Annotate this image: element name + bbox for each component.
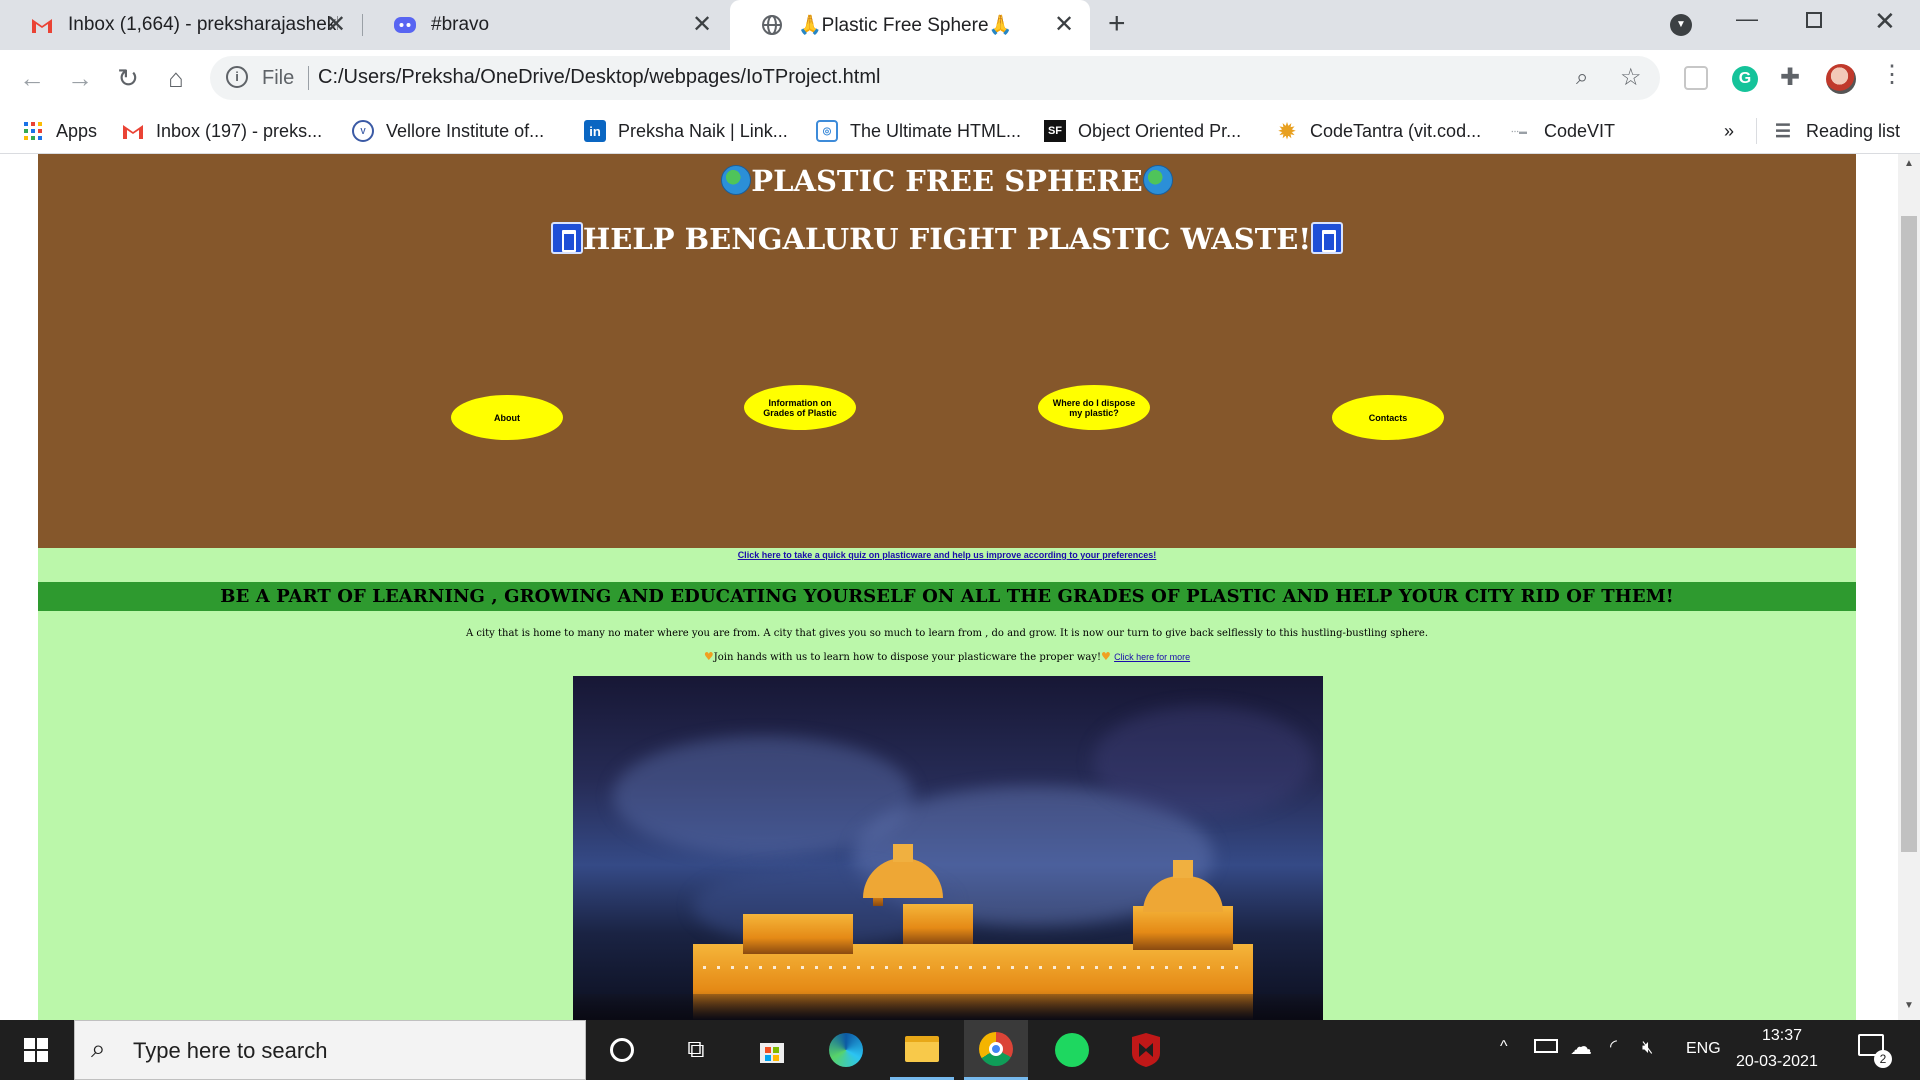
new-tab-button[interactable]: + — [1108, 9, 1126, 39]
window-close-icon[interactable]: ✕ — [1874, 6, 1896, 37]
click-here-for-more-link[interactable]: Click here for more — [1114, 652, 1190, 662]
bookmark-linkedin[interactable]: in Preksha Naik | Link... — [584, 118, 788, 144]
gmail-icon — [122, 120, 144, 142]
task-view-icon[interactable]: ⧉ — [664, 1020, 728, 1080]
more-bookmarks-button[interactable]: » — [1724, 118, 1734, 144]
nav-button-contacts[interactable]: Contacts — [1332, 395, 1444, 440]
close-tab-icon[interactable]: ✕ — [324, 13, 348, 37]
file-explorer-icon[interactable] — [890, 1020, 954, 1080]
profile-avatar[interactable] — [1826, 64, 1856, 94]
clock-date[interactable]: 20-03-2021 — [1736, 1053, 1818, 1071]
minimize-icon[interactable]: — — [1736, 6, 1758, 32]
html-icon: ◎ — [816, 120, 838, 142]
notification-count-badge: 2 — [1874, 1050, 1892, 1068]
url-text[interactable]: C:/Users/Preksha/OneDrive/Desktop/webpag… — [318, 66, 880, 89]
reload-icon[interactable]: ↻ — [112, 62, 144, 94]
nav-button-about[interactable]: About — [451, 395, 563, 440]
tab-gmail[interactable]: Inbox (1,664) - preksharajashekh ✕ — [0, 0, 362, 50]
bookmarks-bar: Apps Inbox (197) - preks... V Vellore In… — [0, 106, 1920, 154]
linkedin-icon: in — [584, 120, 606, 142]
bookmark-vellore[interactable]: V Vellore Institute of... — [352, 118, 544, 144]
scroll-up-icon[interactable]: ▲ — [1904, 158, 1914, 169]
mcafee-icon[interactable] — [1114, 1020, 1178, 1080]
extensions-puzzle-icon[interactable]: ✚ — [1780, 63, 1800, 92]
chrome-icon[interactable] — [964, 1020, 1028, 1080]
onedrive-cloud-icon[interactable]: ☁ — [1570, 1034, 1592, 1060]
site-subtitle: HELP BENGALURU FIGHT PLASTIC WASTE! — [38, 222, 1856, 256]
back-arrow-icon[interactable]: ← — [16, 62, 48, 94]
extension-pocket-icon[interactable] — [1684, 66, 1708, 90]
litter-bin-icon — [550, 222, 583, 254]
spotify-icon[interactable] — [1040, 1020, 1104, 1080]
intro-paragraph: A city that is home to many no mater whe… — [465, 628, 1429, 639]
quiz-link[interactable]: Click here to take a quick quiz on plast… — [38, 550, 1856, 560]
language-indicator[interactable]: ENG — [1686, 1040, 1721, 1058]
tab-search-icon[interactable]: ▼ — [1670, 14, 1692, 36]
bookmarks-divider — [1756, 118, 1757, 144]
tab-strip: Inbox (1,664) - preksharajashekh ✕ #brav… — [0, 0, 1920, 50]
scrollbar-thumb[interactable] — [1901, 216, 1917, 852]
globe-icon — [760, 13, 784, 37]
site-title: PLASTIC FREE SPHERE — [38, 164, 1856, 198]
bookmark-codetantra[interactable]: ✹ CodeTantra (vit.cod... — [1276, 118, 1481, 144]
nav-button-dispose[interactable]: Where do I dispose my plastic? — [1038, 385, 1150, 430]
taskbar-search-box[interactable]: ⌕ Type here to search — [74, 1020, 586, 1080]
vit-icon: V — [352, 120, 374, 142]
codevit-icon: ⋯▬ — [1511, 126, 1527, 136]
edge-icon[interactable] — [814, 1020, 878, 1080]
search-icon: ⌕ — [91, 1033, 106, 1063]
windows-start-icon[interactable] — [4, 1020, 68, 1080]
bookmark-codevit[interactable]: ⋯▬ CodeVIT — [1506, 118, 1615, 144]
clock-time[interactable]: 13:37 — [1762, 1027, 1802, 1045]
vidhana-soudha-photo — [573, 676, 1323, 1020]
join-line: ♥Join hands with us to learn how to disp… — [703, 650, 1191, 663]
info-icon[interactable]: i — [226, 66, 248, 88]
store-icon[interactable] — [740, 1020, 804, 1080]
address-divider — [308, 66, 309, 90]
heart-icon: ♥ — [703, 650, 714, 663]
close-tab-icon[interactable]: ✕ — [690, 13, 714, 37]
restore-icon[interactable] — [1806, 12, 1822, 28]
menu-kebab-icon[interactable]: ⋮ — [1880, 60, 1904, 90]
scroll-down-icon[interactable]: ▼ — [1904, 1000, 1914, 1011]
url-scheme-label: File — [262, 67, 295, 89]
learning-banner: BE A PART OF LEARNING , GROWING AND EDUC… — [38, 582, 1856, 611]
heart-icon: ♥ — [1101, 650, 1111, 663]
reading-list-icon: ☰ — [1774, 120, 1792, 141]
apps-grid-icon — [22, 120, 44, 142]
cortana-icon[interactable] — [590, 1020, 654, 1080]
sf-icon: SF — [1044, 120, 1066, 142]
globe-emoji-icon — [721, 165, 752, 195]
bookmark-star-icon[interactable]: ☆ — [1620, 63, 1642, 92]
zoom-icon[interactable]: ⌕ — [1576, 64, 1588, 90]
address-bar[interactable]: i File C:/Users/Preksha/OneDrive/Desktop… — [210, 56, 1660, 100]
codetantra-icon: ✹ — [1278, 120, 1296, 143]
forward-arrow-icon[interactable]: → — [64, 62, 96, 94]
battery-icon[interactable] — [1534, 1039, 1558, 1053]
gmail-icon — [30, 13, 54, 37]
windows-taskbar: ⌕ Type here to search ⧉ ^ ☁ ◜ 🔇︎ ENG 13:… — [0, 1020, 1920, 1080]
bookmark-html[interactable]: ◎ The Ultimate HTML... — [816, 118, 1021, 144]
litter-bin-icon — [1311, 222, 1344, 254]
vertical-scrollbar[interactable]: ▲ ▼ — [1898, 154, 1920, 1020]
bookmark-apps[interactable]: Apps — [22, 118, 97, 144]
home-icon[interactable]: ⌂ — [160, 62, 192, 94]
globe-emoji-icon — [1142, 165, 1173, 195]
browser-toolbar: ← → ↻ ⌂ i File C:/Users/Preksha/OneDrive… — [0, 50, 1920, 106]
wifi-icon[interactable]: ◜ — [1610, 1036, 1617, 1057]
discord-icon — [393, 13, 417, 37]
volume-muted-icon[interactable]: 🔇︎ — [1642, 1037, 1653, 1058]
hero-header: PLASTIC FREE SPHERE HELP BENGALURU FIGHT… — [38, 154, 1856, 548]
tab-discord[interactable]: #bravo ✕ — [363, 0, 728, 50]
grammarly-icon[interactable]: G — [1732, 66, 1758, 92]
close-tab-icon[interactable]: ✕ — [1052, 13, 1076, 37]
bookmark-oop[interactable]: SF Object Oriented Pr... — [1044, 118, 1241, 144]
page-viewport: PLASTIC FREE SPHERE HELP BENGALURU FIGHT… — [0, 154, 1898, 1020]
nav-button-grades[interactable]: Information on Grades of Plastic — [744, 385, 856, 430]
show-hidden-icons-icon[interactable]: ^ — [1500, 1038, 1508, 1056]
bookmark-inbox[interactable]: Inbox (197) - preks... — [122, 118, 322, 144]
reading-list-button[interactable]: ☰ Reading list — [1772, 118, 1900, 144]
tab-plastic-free-sphere[interactable]: 🙏Plastic Free Sphere🙏 ✕ — [730, 0, 1090, 50]
page-body: PLASTIC FREE SPHERE HELP BENGALURU FIGHT… — [38, 154, 1856, 1020]
